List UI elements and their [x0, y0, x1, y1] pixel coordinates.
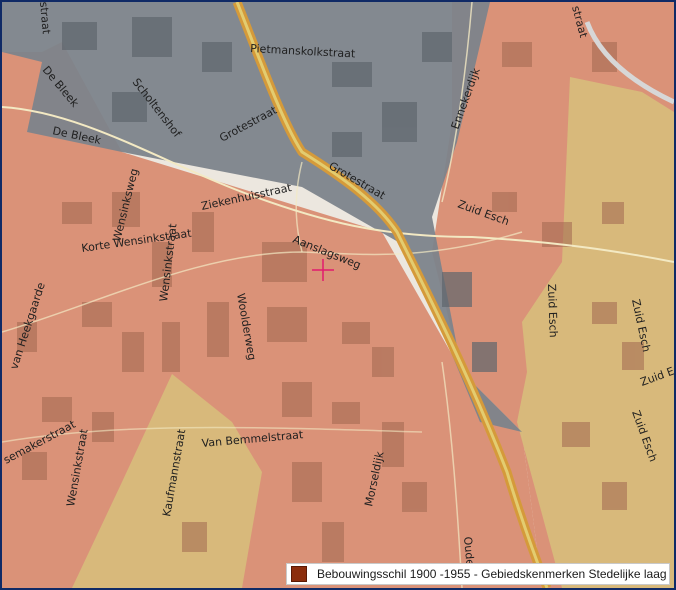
- map-canvas[interactable]: Pietmanskolkstraat De Bleek De Bleek Sch…: [2, 2, 674, 588]
- map-legend: Bebouwingsschil 1900 -1955 - Gebiedskenm…: [286, 563, 670, 585]
- street-label: Zuid Esch: [545, 284, 560, 338]
- map-view[interactable]: Pietmanskolkstraat De Bleek De Bleek Sch…: [0, 0, 676, 590]
- legend-label: Bebouwingsschil 1900 -1955 - Gebiedskenm…: [317, 567, 667, 581]
- overlay-zones: [2, 2, 674, 588]
- legend-swatch: [291, 566, 307, 582]
